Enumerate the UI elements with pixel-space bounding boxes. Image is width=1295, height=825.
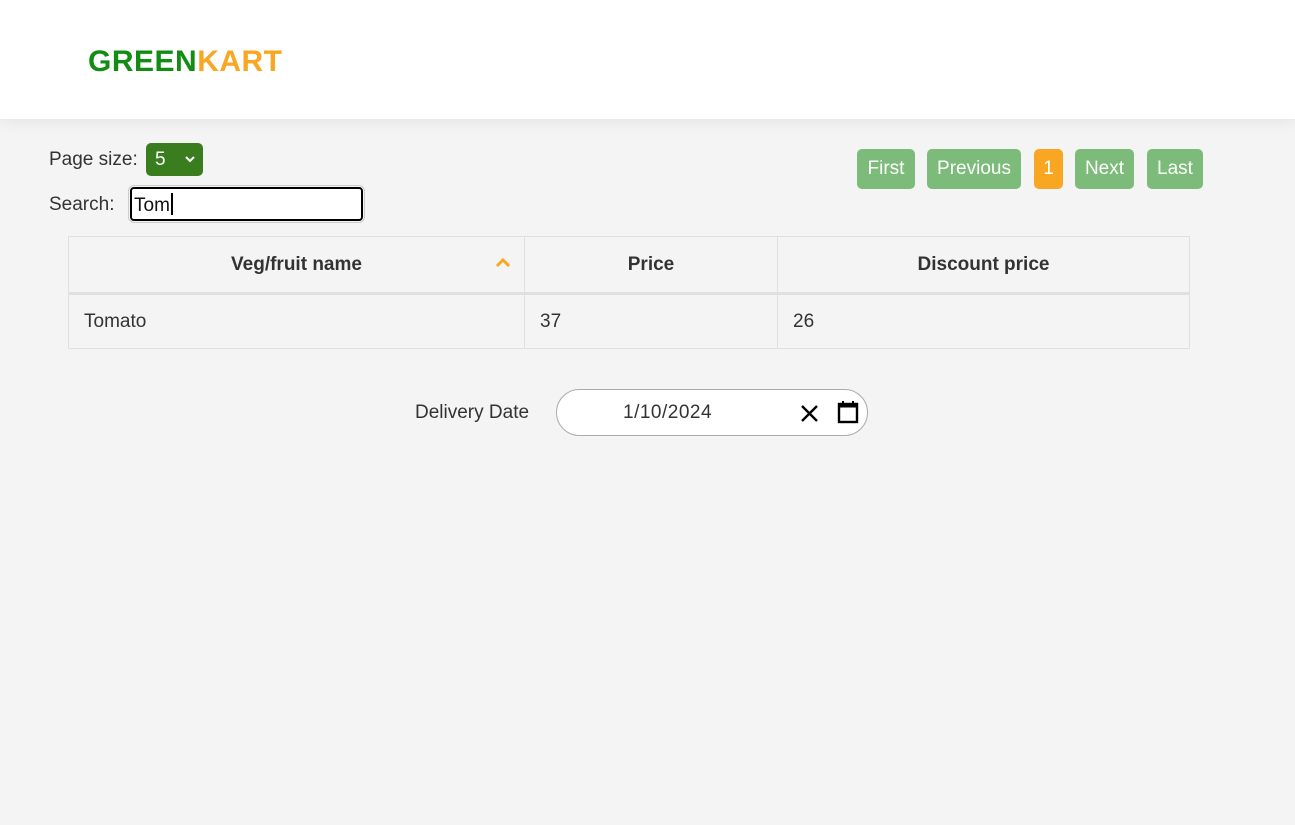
column-header-name[interactable]: Veg/fruit name — [69, 237, 525, 292]
page-size-label: Page size: — [49, 149, 138, 170]
search-input[interactable]: Tom — [128, 185, 365, 223]
sort-ascending-icon — [495, 257, 511, 268]
logo-green: GREEN — [88, 45, 198, 78]
pagination-previous-button[interactable]: Previous — [927, 149, 1021, 189]
column-header-label: Veg/fruit name — [231, 254, 362, 275]
search-label: Search: — [49, 194, 115, 215]
page-size-value: 5 — [155, 149, 166, 170]
close-icon[interactable] — [800, 404, 819, 423]
delivery-date-value: 1/10/2024 — [623, 402, 713, 423]
cell-price: 37 — [525, 295, 778, 349]
logo: GREENKART — [88, 44, 283, 80]
cell-discount-price: 26 — [793, 311, 815, 332]
chevron-down-icon — [185, 156, 195, 163]
cell-name: Tomato — [69, 295, 525, 349]
delivery-date-input[interactable]: 1/10/2024 — [556, 389, 868, 436]
calendar-icon[interactable] — [837, 401, 859, 424]
header: GREENKART — [0, 0, 1295, 119]
column-header-price[interactable]: Price — [525, 237, 778, 292]
pagination-first-button[interactable]: First — [857, 149, 915, 189]
text-caret — [170, 193, 173, 215]
column-header-discount-price[interactable]: Discount price — [778, 237, 1189, 292]
pagination-next-button[interactable]: Next — [1075, 149, 1134, 189]
logo-kart: KART — [197, 45, 283, 78]
page-size-select[interactable]: 5 — [146, 143, 203, 176]
delivery-date-label: Delivery Date — [415, 402, 530, 423]
products-table: Veg/fruit name Price Discount price Toma… — [68, 236, 1190, 349]
pagination-page-1-button[interactable]: 1 — [1034, 149, 1063, 189]
pagination-last-button[interactable]: Last — [1147, 149, 1203, 189]
search-value: Tom — [134, 195, 170, 216]
